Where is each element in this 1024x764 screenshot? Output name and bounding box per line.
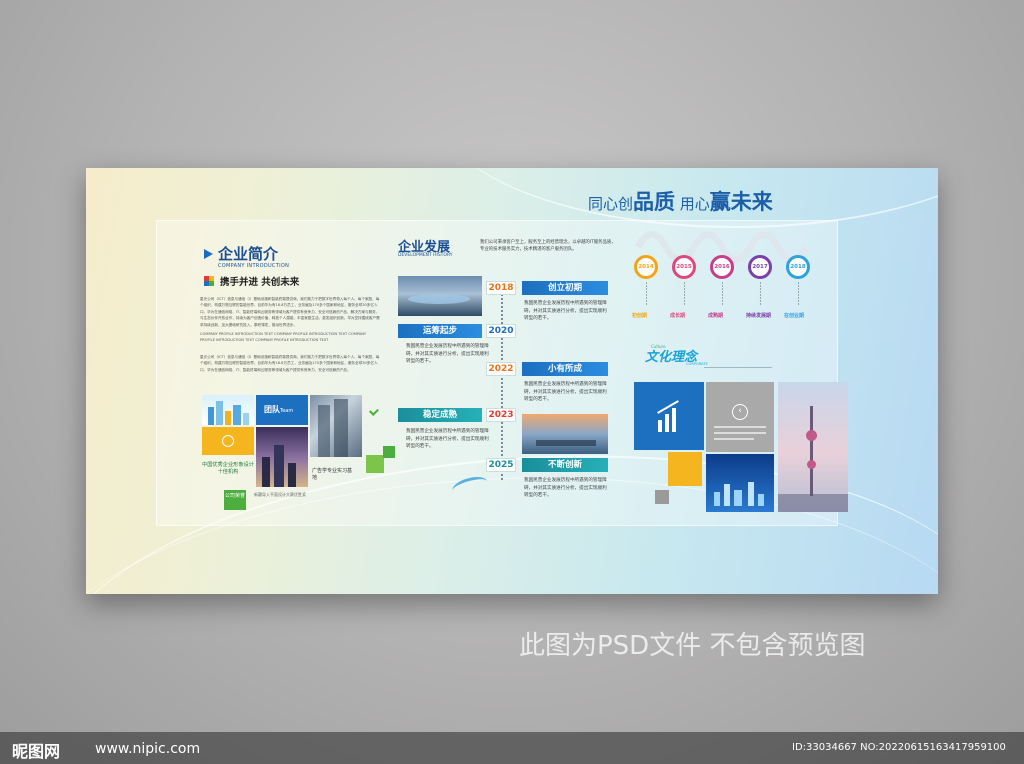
gray-tile: ‹ xyxy=(706,382,774,452)
chart-tile xyxy=(634,382,704,450)
logo-squares-icon xyxy=(204,276,214,286)
timeline-line xyxy=(501,282,503,480)
culture-sub2: CORPORATE xyxy=(686,362,708,366)
intro-subtitle: COMPANY INTRODUCTION xyxy=(218,263,290,269)
footer-logo[interactable]: 昵图网 xyxy=(12,738,60,762)
phase-ring: 2015 xyxy=(672,255,696,279)
phase-ring: 2016 xyxy=(710,255,734,279)
phase-tick xyxy=(760,282,761,306)
phase-tick xyxy=(798,282,799,306)
stage-label: 不断创新 xyxy=(522,458,608,472)
honor-text: 新疆导入平面设计大赛优胜奖 xyxy=(254,492,306,497)
stage-label: 稳定成熟 xyxy=(398,408,482,422)
blue-city-photo xyxy=(706,454,774,512)
year-label: 2020 xyxy=(486,324,516,338)
year-label: 2023 xyxy=(486,408,516,422)
green-square xyxy=(383,446,395,458)
phase-tick xyxy=(684,282,685,306)
lake-city-photo xyxy=(398,276,482,316)
green-square xyxy=(366,455,384,473)
phase-label: 初创期 xyxy=(632,313,648,319)
culture-divider xyxy=(704,367,772,368)
night-city-photo xyxy=(256,427,308,487)
phase-tick xyxy=(646,282,647,306)
heart-icon-box xyxy=(202,427,254,455)
building-photo xyxy=(310,395,362,457)
stage-label: 运筹起步 xyxy=(398,324,482,338)
motto: 携手并进 共创未来 xyxy=(220,277,300,288)
culture-sub: Culture xyxy=(651,344,666,349)
stage-desc: 我国民营企业发展历程中所遇到的管理障碍，并对其实质进行分析，提出实现顺利转型的若… xyxy=(406,429,489,449)
phase-ring: 2018 xyxy=(786,255,810,279)
city-illustration xyxy=(202,395,254,425)
watermark: 此图为PSD文件 不包含预览图 xyxy=(519,631,866,661)
gray-square xyxy=(655,490,669,504)
phase-label: 在创业期 xyxy=(784,313,805,319)
footer-id: ID:33034667 NO:20220615163417959100 xyxy=(792,742,1006,753)
phase-tick xyxy=(722,282,723,306)
development-subtitle: DEVELOPMENT HISTORY xyxy=(398,253,453,258)
stage-label: 小有所成 xyxy=(522,362,608,376)
ad-base-text: 广告学专业实习基地 xyxy=(312,468,353,481)
sunset-city-photo xyxy=(522,414,608,454)
year-label: 2018 xyxy=(486,281,516,295)
footer-url[interactable]: www.nipic.com xyxy=(95,741,200,757)
stage-label: 创立初期 xyxy=(522,281,608,295)
stage-desc: 我国民营企业发展历程中所遇到的管理障碍，并对其实质进行分析，提出实现顺利转型的若… xyxy=(524,478,607,498)
award-text: 中国优秀企业形象设计十佳机构 xyxy=(202,462,254,475)
phase-label: 成熟期 xyxy=(708,313,724,319)
intro-paragraph: 星光公司（ICT）信息与通信（I）基础设施和智能终端提供商，我们致力于把数字世界… xyxy=(200,355,380,372)
phase-ring: 2017 xyxy=(748,255,772,279)
stage-desc: 我国民营企业发展历程中所遇到的管理障碍，并对其实质进行分析，提出实现顺利转型的若… xyxy=(406,344,489,364)
team-label: 团队Team xyxy=(264,405,294,414)
slogan: 同心创品质 用心赢未来 xyxy=(588,190,773,214)
year-label: 2025 xyxy=(486,458,516,472)
development-desc: 我们公司秉承客户至上，服务至上的经营理念，以卓越的IT服务品质，专业的技术服务实… xyxy=(480,240,616,252)
year-label: 2022 xyxy=(486,362,516,376)
tower-photo xyxy=(778,382,848,512)
phase-ring: 2014 xyxy=(634,255,658,279)
intro-paragraph: 星光公司（ICT）信息与通信（I）基础设施和智能终端提供商，我们致力于把数字世界… xyxy=(200,297,380,327)
intro-title: 企业简介 xyxy=(218,245,279,263)
phase-label: 持续发展期 xyxy=(746,313,772,319)
intro-paragraph-en: COMPANY PROFILE INTRODUCTION TEXT COMPAN… xyxy=(200,332,367,343)
orange-square xyxy=(668,452,702,486)
title-arrow-icon xyxy=(204,249,213,259)
stage-desc: 我国民营企业发展历程中所遇到的管理障碍，并对其实质进行分析，提出实现顺利转型的若… xyxy=(524,382,607,402)
phase-label: 成长期 xyxy=(670,313,686,319)
stage-desc: 我国民营企业发展历程中所遇到的管理障碍，并对其实质进行分析，提出实现顺利转型的若… xyxy=(524,301,607,321)
honor-badge: 公司荣誉 xyxy=(224,490,246,510)
footer-bar: 昵图网 www.nipic.com ID:33034667 NO:2022061… xyxy=(0,732,1024,764)
